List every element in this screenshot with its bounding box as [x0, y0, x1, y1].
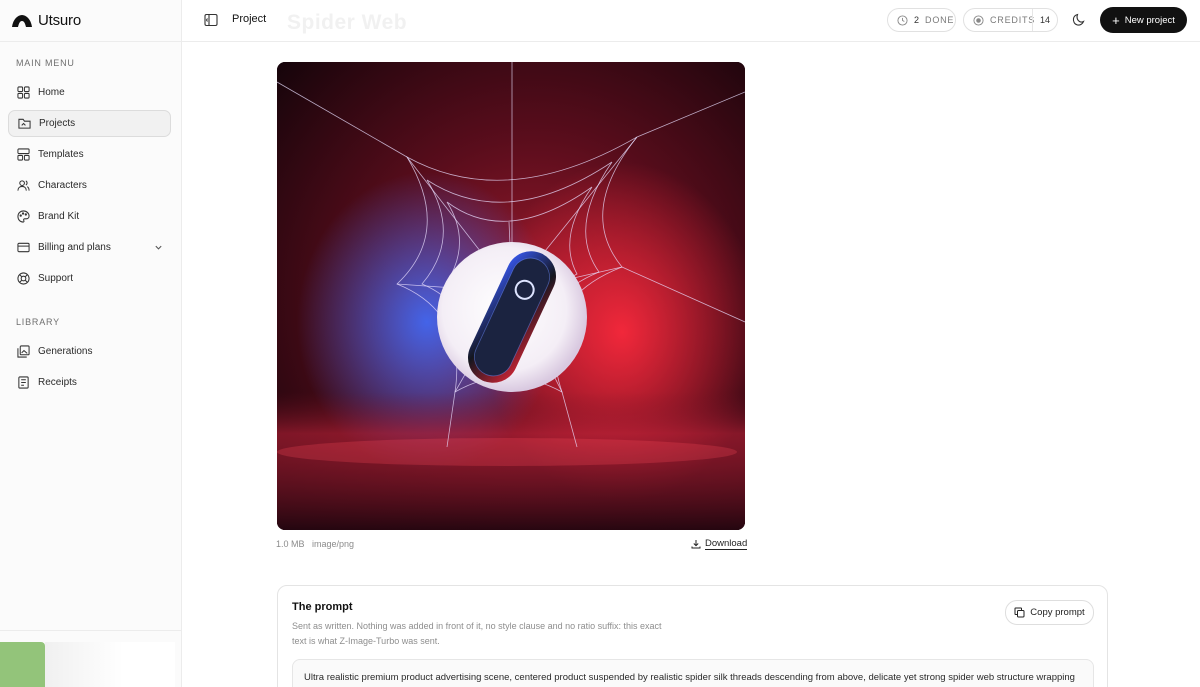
copy-icon [1014, 607, 1025, 618]
user-avatar[interactable] [0, 642, 45, 687]
lifebuoy-icon [17, 272, 30, 285]
prompt-card: The prompt Sent as written. Nothing was … [277, 585, 1108, 687]
sidebar-item-label: Generations [38, 346, 93, 357]
generated-image[interactable] [277, 62, 745, 530]
sidebar-divider [0, 630, 182, 631]
clock-icon [897, 14, 908, 26]
sidebar-item-label: Brand Kit [38, 211, 80, 222]
new-project-button[interactable]: + New project [1100, 7, 1187, 33]
sidebar-item-characters[interactable]: Characters [8, 172, 171, 199]
grid-icon [17, 86, 30, 99]
page-title: Project [232, 13, 267, 25]
credits-value: 14 [1040, 15, 1051, 25]
main-menu-label: MAIN MENU [16, 58, 75, 68]
new-project-label: New project [1124, 14, 1175, 26]
templates-icon [17, 148, 30, 161]
library-label: LIBRARY [16, 317, 60, 327]
palette-icon [17, 210, 30, 223]
download-label: Download [705, 538, 748, 550]
done-count: 2 [914, 15, 920, 25]
topbar: Project Spider Web 2 DONE CREDITS 14 + N… [182, 0, 1200, 42]
sidebar-item-generations[interactable]: Generations [8, 338, 171, 365]
copy-prompt-label: Copy prompt [1030, 607, 1085, 618]
sidebar-item-label: Support [38, 273, 74, 284]
sidebar-item-brand-kit[interactable]: Brand Kit [8, 203, 171, 230]
sidebar-item-projects[interactable]: Projects [8, 110, 171, 137]
sidebar: Utsuro MAIN MENU Home Projects Templates… [0, 0, 182, 687]
card-icon [17, 242, 30, 253]
sidebar-item-support[interactable]: Support [8, 265, 171, 292]
prompt-text: Ultra realistic premium product advertis… [292, 659, 1094, 687]
users-icon [17, 180, 30, 191]
done-label: DONE [925, 15, 955, 25]
prompt-title: The prompt [292, 601, 353, 613]
sidebar-item-label: Templates [38, 149, 84, 160]
credits-pill[interactable]: CREDITS 14 [963, 8, 1058, 32]
sidebar-item-label: Billing and plans [38, 242, 111, 253]
image-meta: 1.0 MB image/png [276, 539, 359, 549]
sidebar-item-label: Projects [39, 118, 76, 129]
moon-icon[interactable] [1072, 13, 1086, 27]
sidebar-item-label: Characters [38, 180, 87, 191]
brand-name: Utsuro [38, 12, 81, 29]
product-render [277, 62, 745, 530]
sidebar-item-billing[interactable]: Billing and plans [8, 234, 171, 261]
sidebar-item-templates[interactable]: Templates [8, 141, 171, 168]
coin-icon [973, 14, 984, 26]
user-card[interactable] [45, 642, 175, 687]
sidebar-item-label: Receipts [38, 377, 77, 388]
sidebar-item-label: Home [38, 87, 65, 98]
plus-icon: + [1112, 12, 1120, 28]
image-type: image/png [312, 539, 355, 549]
logo-icon [12, 14, 32, 27]
copy-prompt-button[interactable]: Copy prompt [1005, 600, 1094, 625]
sidebar-item-receipts[interactable]: Receipts [8, 369, 171, 396]
sidebar-item-home[interactable]: Home [8, 79, 171, 106]
gallery-icon [17, 345, 30, 358]
credits-divider [1032, 9, 1033, 31]
receipt-icon [18, 376, 29, 389]
folder-icon [18, 118, 31, 129]
image-size: 1.0 MB [276, 539, 305, 549]
download-icon [691, 540, 701, 549]
brand[interactable]: Utsuro [0, 0, 181, 42]
done-status-pill[interactable]: 2 DONE [887, 8, 956, 32]
chevron-down-icon[interactable] [154, 243, 163, 252]
sidebar-toggle-icon[interactable] [204, 13, 218, 27]
project-heading: Spider Web [287, 11, 408, 34]
credits-label: CREDITS [990, 15, 1036, 25]
download-link[interactable]: Download [691, 538, 748, 550]
prompt-description: Sent as written. Nothing was added in fr… [292, 621, 662, 646]
